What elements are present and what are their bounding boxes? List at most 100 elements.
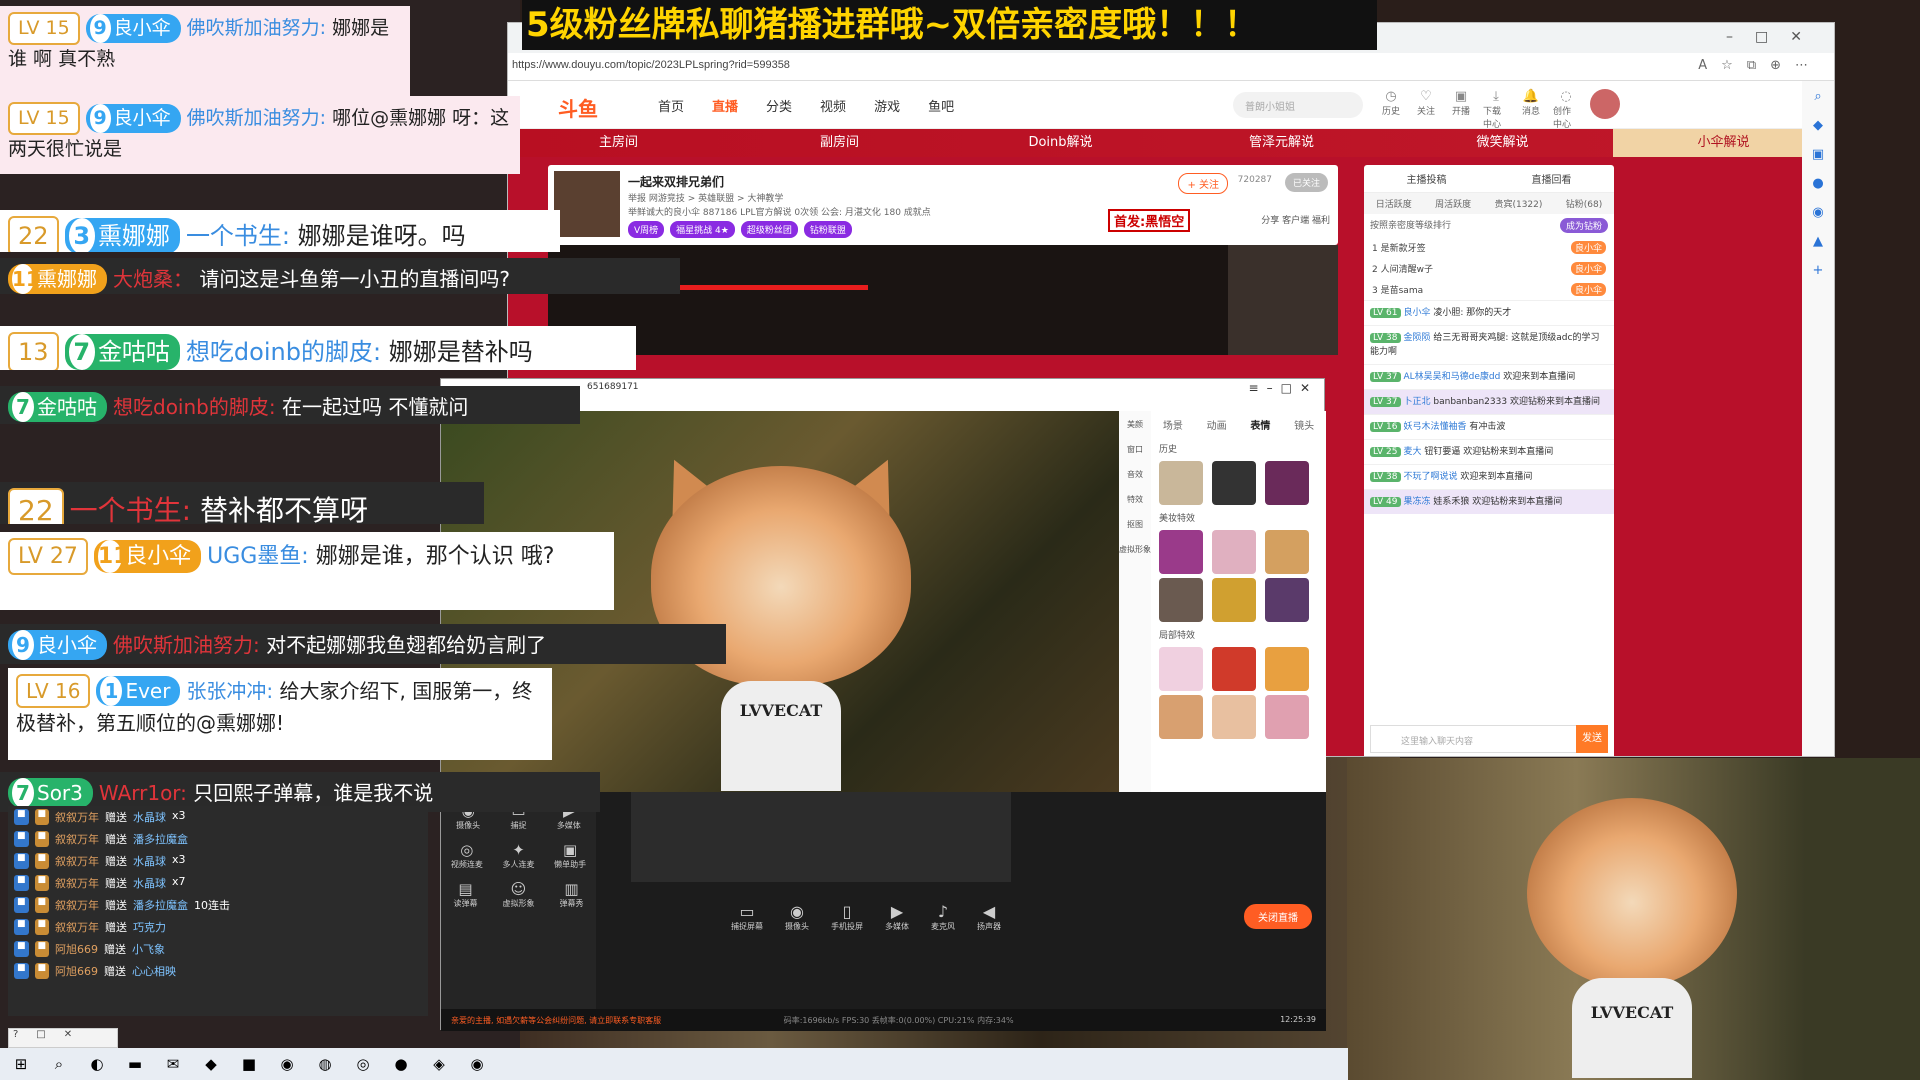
follow-button[interactable]: + 关注 [1178,173,1228,194]
chat-username[interactable]: 果冻冻 [1404,497,1431,507]
room-links[interactable]: 分享 客户端 福利 [1261,213,1330,226]
search-icon[interactable]: ⌕ [1814,89,1821,104]
wechat-icon[interactable]: ◍ [314,1055,336,1073]
gift-user[interactable]: 阿旭669 [55,963,98,979]
sound-tool[interactable]: 音效 [1127,469,1143,480]
danmaku-username[interactable]: UGG墨鱼: [207,544,309,569]
tab-diamond[interactable]: 钻粉(68) [1566,197,1602,210]
effect-thumb[interactable] [1265,530,1309,574]
speaker-button[interactable]: ◀ 扬声器 [977,902,1001,932]
creator-button[interactable]: ◌ 创作中心 [1553,89,1579,130]
danmaku-username[interactable]: 想吃doinb的脚皮: [186,338,381,366]
chat-username[interactable]: 麦大 [1404,447,1422,457]
shopping-icon[interactable]: ◆ [1813,118,1823,133]
broadcast-button[interactable]: ▣ 开播 [1448,89,1474,130]
effect-thumb[interactable] [1265,647,1309,691]
gift-user[interactable]: 叙叙万年 [55,809,99,825]
tab-sub-room[interactable]: 副房间 [729,129,950,157]
tab-daily[interactable]: 日活跃度 [1376,197,1412,210]
multi-link-button[interactable]: ✦ 多人连麦 [502,841,534,870]
app-icon[interactable]: ◉ [276,1055,298,1073]
stop-live-button[interactable]: 关闭直播 [1244,904,1312,929]
danmaku-username[interactable]: 想吃doinb的脚皮: [113,395,276,419]
badge-diamond[interactable]: 钻粉联盟 [803,221,852,238]
download-button[interactable]: ⤓ 下载中心 [1483,89,1509,130]
danmaku-username[interactable]: 一个书生: [70,494,191,524]
tab-guanzeyuan[interactable]: 管泽元解说 [1171,129,1392,157]
media-button[interactable]: ▶ 多媒体 [885,902,909,932]
tab-replay[interactable]: 直播回看 [1532,171,1572,186]
chat-username[interactable]: AL林吴吴和马德de康dd [1404,372,1501,382]
avatar[interactable] [1590,89,1620,119]
tree-icon[interactable]: ▲ [1813,234,1823,249]
effect-thumb[interactable] [1159,647,1203,691]
edge-icon[interactable]: ◐ [86,1055,108,1073]
gift-user[interactable]: 叙叙万年 [55,919,99,935]
tab-scene[interactable]: 场景 [1163,417,1183,432]
app-icon[interactable]: ◆ [200,1055,222,1073]
search-input[interactable]: 普朗小姐姐 [1233,92,1363,118]
rank-item[interactable]: 3 是苗sama 良小伞 [1364,279,1614,300]
address-bar[interactable]: https://www.douyu.com/topic/2023LPLsprin… [508,53,1834,81]
effect-thumb[interactable] [1212,461,1256,505]
effect-thumb[interactable] [1212,647,1256,691]
effect-thumb[interactable] [1265,461,1309,505]
url-text[interactable]: https://www.douyu.com/topic/2023LPLsprin… [512,59,790,71]
chat-input[interactable]: 这里输入聊天内容 [1370,725,1608,753]
tab-weixiao[interactable]: 微笑解说 [1392,129,1613,157]
search-icon[interactable]: ⌕ [48,1055,70,1073]
gift-user[interactable]: 叙叙万年 [55,875,99,891]
scene-thumbnails[interactable] [631,792,1011,882]
person-icon[interactable]: ● [1812,176,1823,191]
outlook-icon[interactable]: ◉ [1812,205,1823,220]
tab-main-room[interactable]: 主房间 [508,129,729,157]
danmaku-username[interactable]: 大炮桑： [113,267,193,291]
video-link-button[interactable]: ◎ 视频连麦 [451,841,483,870]
app-icon[interactable]: ◈ [428,1055,450,1073]
messages-button[interactable]: 🔔 消息 [1518,89,1544,130]
tab-weekly[interactable]: 周活跃度 [1435,197,1471,210]
window-controls[interactable]: –□✕ [1726,29,1824,45]
send-button[interactable]: 发送 [1576,725,1608,753]
effect-thumb[interactable] [1265,578,1309,622]
effect-thumb[interactable] [1159,695,1203,739]
folder-icon[interactable]: ▬ [124,1055,146,1073]
danmaku-username[interactable]: WArr1or: [99,781,187,805]
tab-xiaosan[interactable]: 小伞解说 [1613,129,1834,157]
phone-cast-button[interactable]: ▯ 手机投屏 [831,902,863,932]
tab-animation[interactable]: 动画 [1207,417,1227,432]
douyu-logo[interactable]: 斗鱼 [558,93,598,122]
badge-weekly[interactable]: V周榜 [628,221,665,238]
avatar-tool[interactable]: 虚拟形象 [1119,544,1151,555]
badge-lucky[interactable]: 福星挑战 4★ [670,221,735,238]
capture-screen-button[interactable]: ▭ 捕捉屏幕 [731,902,763,932]
virtual-avatar-button[interactable]: ☺ 虚拟形象 [503,880,535,909]
danmaku-username[interactable]: 张张冲冲: [186,679,273,703]
streamer-avatar[interactable] [554,171,620,237]
app-icon[interactable]: ● [390,1055,412,1073]
follow-button[interactable]: ♡ 关注 [1413,89,1439,130]
status-warning[interactable]: 亲爱的主播, 如遇欠薪等公会纠纷问题, 请立即联系专职客服 [451,1016,661,1025]
effect-thumb[interactable] [1159,461,1203,505]
browser-toolbar-icons[interactable]: A☆⧉⊕⋯ [1698,58,1822,73]
room-category[interactable]: 举报 网游竞技 > 英雄联盟 > 大神教学 [628,191,783,204]
beauty-tool[interactable]: 美颜 [1127,419,1143,430]
chat-username[interactable]: 卜正北 [1404,397,1431,407]
nav-games[interactable]: 游戏 [874,96,900,115]
nav-home[interactable]: 首页 [658,96,684,115]
mail-icon[interactable]: ✉ [162,1055,184,1073]
tools-icon[interactable]: ▣ [1812,147,1824,162]
nav-video[interactable]: 视频 [820,96,846,115]
ad-label[interactable]: 首发:黑悟空 [1108,209,1191,232]
mic-button[interactable]: ♪ 麦克风 [931,902,955,932]
history-button[interactable]: ◷ 历史 [1378,89,1404,130]
gift-user[interactable]: 阿旭669 [55,941,98,957]
tab-lens[interactable]: 镜头 [1294,417,1314,432]
chat-username[interactable]: 不玩了啊说说 [1404,472,1458,482]
become-diamond-button[interactable]: 成为钻粉 [1559,218,1608,233]
camera-button[interactable]: ◉ 摄像头 [785,902,809,932]
app-icon[interactable]: ■ [238,1055,260,1073]
danmaku-username[interactable]: 佛吹斯加油努力: [113,633,260,657]
helper-button[interactable]: ▣ 懒单助手 [554,841,586,870]
nav-live[interactable]: 直播 [712,96,738,115]
